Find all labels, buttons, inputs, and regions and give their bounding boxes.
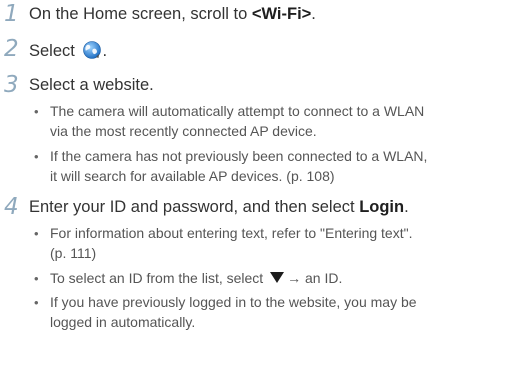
step-number: 2 [4,36,19,62]
step-text: Select a website. [29,76,154,94]
globe-icon [83,41,102,59]
down-triangle-icon [270,272,285,283]
wifi-label: <Wi-Fi> [251,5,312,23]
step-text: Select . [29,41,108,60]
step-text: On the Home screen, scroll to <Wi-Fi>. [29,5,316,23]
step-number: 4 [4,194,19,220]
login-label: Login [359,198,405,216]
step-text: Enter your ID and password, and then sel… [29,198,409,216]
step-number: 3 [4,72,19,98]
step-number: 1 [4,1,19,27]
